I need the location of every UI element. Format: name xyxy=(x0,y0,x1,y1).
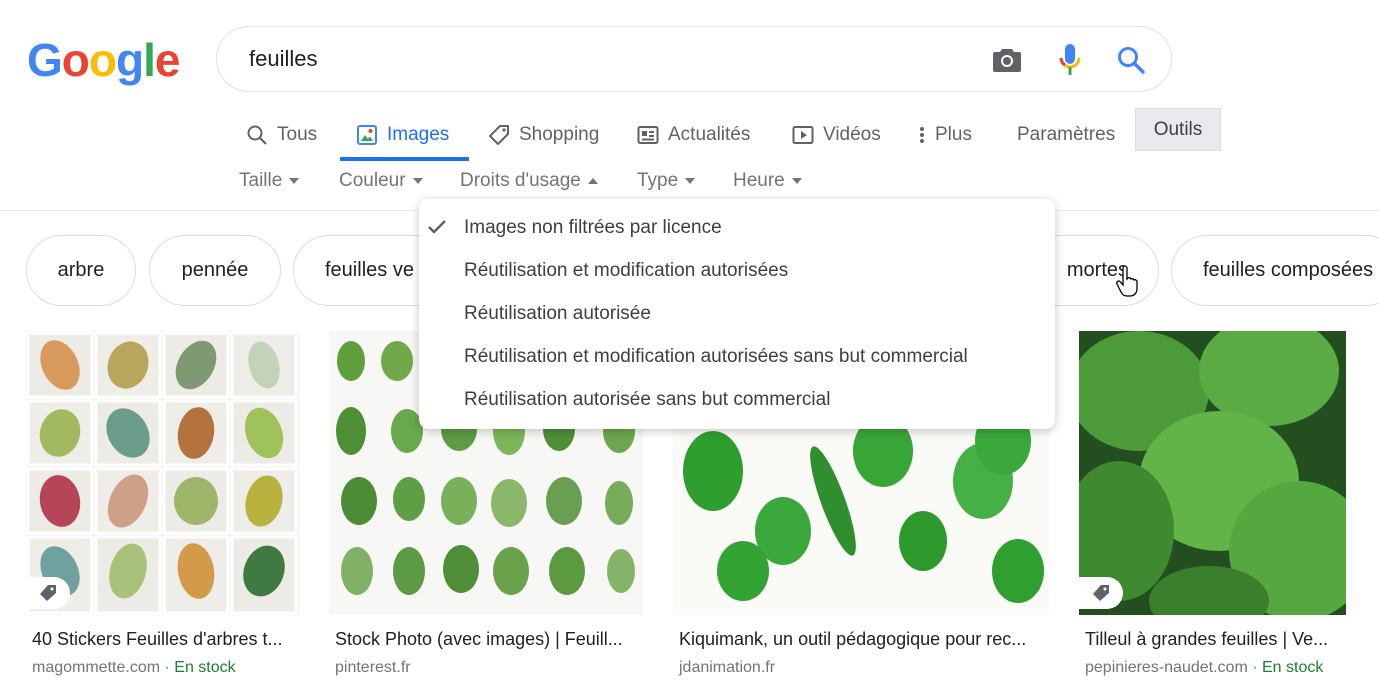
result-separator: · xyxy=(1247,659,1262,676)
menu-item-reuse-noncommercial[interactable]: Réutilisation autorisée sans but commerc… xyxy=(464,389,830,411)
result-title[interactable]: Kiquimank, un outil pédagogique pour rec… xyxy=(673,629,1049,650)
menu-item-unfiltered[interactable]: Images non filtrées par licence xyxy=(464,217,722,239)
search-icon xyxy=(246,124,268,146)
result-site: pinterest.fr xyxy=(335,659,411,676)
tab-more[interactable]: Plus xyxy=(918,108,972,162)
filter-label: Type xyxy=(637,170,679,191)
chip-feuilles-composees[interactable]: feuilles composées xyxy=(1171,235,1379,306)
filter-size[interactable]: Taille xyxy=(239,170,300,192)
result-site: jdanimation.fr xyxy=(679,659,776,676)
result-source: jdanimation.fr xyxy=(673,659,1049,677)
result-site: pepinieres-naudet.com xyxy=(1085,659,1248,676)
news-icon xyxy=(637,125,659,145)
tab-settings[interactable]: Paramètres xyxy=(1017,108,1115,162)
chip-pennee[interactable]: pennée xyxy=(149,235,281,306)
tools-button[interactable]: Outils xyxy=(1135,108,1221,151)
tab-label: Images xyxy=(387,124,450,145)
caret-down-icon xyxy=(412,178,423,184)
tab-label: Plus xyxy=(935,124,972,145)
hand-cursor-icon xyxy=(1116,265,1140,303)
result-stock: En stock xyxy=(174,659,236,676)
filter-type[interactable]: Type xyxy=(637,170,696,192)
google-logo[interactable]: Google xyxy=(27,33,181,87)
search-icon[interactable] xyxy=(1114,43,1148,77)
shopping-tag-icon xyxy=(1079,577,1123,609)
chip-arbre[interactable]: arbre xyxy=(26,235,136,306)
microphone-icon[interactable] xyxy=(1053,43,1087,77)
play-icon xyxy=(792,125,814,145)
logo-letter: o xyxy=(88,34,117,86)
logo-letter: l xyxy=(143,34,156,86)
checkmark-icon xyxy=(427,219,447,240)
tab-label: Paramètres xyxy=(1017,124,1116,145)
tag-icon xyxy=(488,124,510,146)
tab-images[interactable]: Images xyxy=(356,108,449,162)
tab-all[interactable]: Tous xyxy=(246,108,317,162)
menu-item-reuse[interactable]: Réutilisation autorisée xyxy=(464,303,651,325)
filter-label: Taille xyxy=(239,170,283,191)
shopping-tag-icon xyxy=(26,577,70,609)
logo-letter: o xyxy=(61,34,90,86)
logo-letter: e xyxy=(154,34,181,86)
result-thumbnail[interactable] xyxy=(1079,331,1346,615)
image-result[interactable]: Tilleul à grandes feuilles | Ve... pepin… xyxy=(1079,331,1346,677)
result-site: magommette.com xyxy=(32,659,161,676)
filter-usage-rights[interactable]: Droits d'usage xyxy=(460,170,598,192)
tab-label: Vidéos xyxy=(823,124,881,145)
image-result[interactable]: 40 Stickers Feuilles d'arbres t... magom… xyxy=(26,331,299,677)
caret-down-icon xyxy=(791,178,802,184)
filter-time[interactable]: Heure xyxy=(733,170,802,192)
caret-down-icon xyxy=(685,178,696,184)
result-source: pinterest.fr xyxy=(329,659,643,677)
search-input[interactable] xyxy=(247,45,951,73)
result-thumbnail[interactable] xyxy=(26,331,299,615)
tab-shopping[interactable]: Shopping xyxy=(488,108,599,162)
menu-item-reuse-modify-noncommercial[interactable]: Réutilisation et modification autorisées… xyxy=(464,346,968,368)
filter-label: Droits d'usage xyxy=(460,170,581,191)
result-source: magommette.com · En stock xyxy=(26,659,299,677)
camera-icon[interactable] xyxy=(990,43,1024,77)
tab-label: Shopping xyxy=(519,124,600,145)
logo-letter: G xyxy=(27,34,63,86)
result-title[interactable]: Stock Photo (avec images) | Feuill... xyxy=(329,629,643,650)
tab-label: Actualités xyxy=(668,124,751,145)
caret-up-icon xyxy=(587,178,598,184)
image-icon xyxy=(356,124,378,146)
result-title[interactable]: 40 Stickers Feuilles d'arbres t... xyxy=(26,629,299,650)
tab-videos[interactable]: Vidéos xyxy=(792,108,881,162)
filter-label: Heure xyxy=(733,170,785,191)
search-box xyxy=(216,26,1172,92)
tab-label: Tous xyxy=(277,124,318,145)
tab-news[interactable]: Actualités xyxy=(637,108,750,162)
caret-down-icon xyxy=(289,178,300,184)
result-separator: · xyxy=(160,659,175,676)
result-title[interactable]: Tilleul à grandes feuilles | Ve... xyxy=(1079,629,1346,650)
usage-rights-menu: Images non filtrées par licence Réutilis… xyxy=(419,199,1055,429)
more-vert-icon xyxy=(918,125,926,145)
result-stock: En stock xyxy=(1261,659,1324,676)
result-source: pepinieres-naudet.com · En stock xyxy=(1079,659,1346,677)
menu-item-reuse-modify[interactable]: Réutilisation et modification autorisées xyxy=(464,260,788,282)
filter-color[interactable]: Couleur xyxy=(339,170,423,192)
active-tab-indicator xyxy=(340,157,469,161)
logo-letter: g xyxy=(116,34,144,86)
filter-label: Couleur xyxy=(339,170,406,191)
